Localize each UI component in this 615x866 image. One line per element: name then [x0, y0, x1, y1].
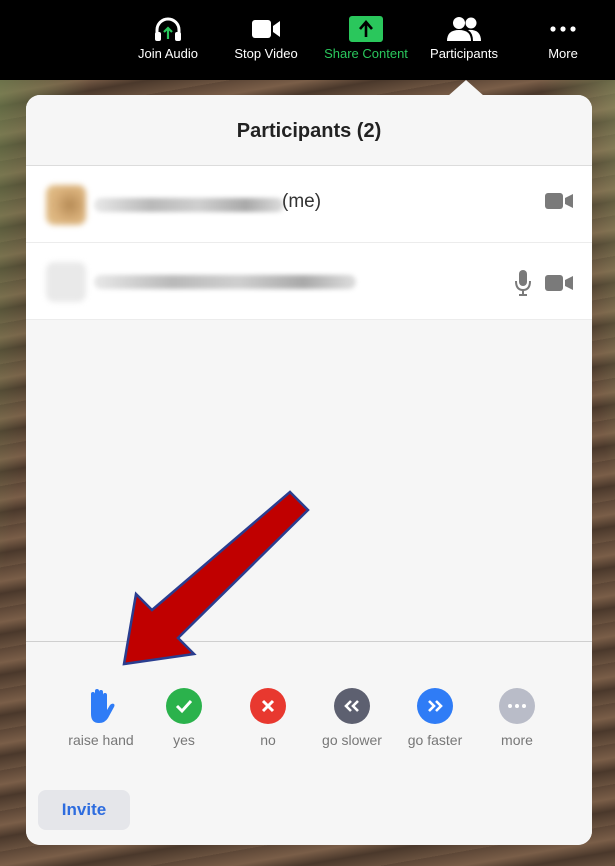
participant-name-redacted [94, 198, 284, 212]
no-button[interactable]: no [248, 688, 288, 748]
avatar [46, 185, 86, 225]
invite-button[interactable]: Invite [38, 790, 130, 830]
participants-panel: Participants (2) (me) raise hand yes no … [26, 95, 592, 845]
participants-button[interactable]: Participants [422, 14, 506, 61]
reactions-bar: raise hand yes no go slower go faster mo… [26, 641, 592, 845]
checkmark-icon [166, 688, 202, 724]
participant-row[interactable]: (me) [26, 166, 592, 243]
share-arrow-icon [316, 14, 416, 44]
ellipsis-icon [499, 688, 535, 724]
reaction-label: raise hand [68, 732, 134, 748]
video-camera-icon [545, 275, 573, 291]
people-icon [422, 14, 506, 44]
reaction-label: no [260, 732, 276, 748]
go-faster-button[interactable]: go faster [398, 688, 472, 748]
more-reactions-button[interactable]: more [492, 688, 542, 748]
video-camera-icon [545, 193, 573, 209]
video-camera-icon [228, 14, 304, 44]
microphone-icon [515, 270, 531, 296]
popover-caret [448, 80, 484, 96]
stop-video-button[interactable]: Stop Video [228, 14, 304, 61]
go-slower-button[interactable]: go slower [314, 688, 390, 748]
participant-row[interactable] [26, 243, 592, 320]
x-icon [250, 688, 286, 724]
reaction-label: go faster [407, 732, 463, 748]
more-button[interactable]: More [538, 14, 588, 61]
yes-button[interactable]: yes [164, 688, 204, 748]
reaction-label: yes [173, 732, 195, 748]
share-content-button[interactable]: Share Content [316, 14, 416, 61]
me-tag: (me) [282, 191, 322, 212]
double-chevron-left-icon [334, 688, 370, 724]
raised-hand-icon [83, 688, 119, 724]
reaction-label: more [501, 732, 533, 748]
join-audio-button[interactable]: Join Audio [132, 14, 204, 61]
raise-hand-button[interactable]: raise hand [58, 688, 144, 748]
reaction-label: go slower [322, 732, 382, 748]
meeting-toolbar: Join Audio Stop Video Share Content Part… [0, 0, 615, 80]
avatar [46, 262, 86, 302]
panel-title: Participants (2) [26, 95, 592, 166]
participant-list: (me) [26, 166, 592, 320]
headphones-icon [132, 14, 204, 44]
double-chevron-right-icon [417, 688, 453, 724]
participant-name-redacted [94, 275, 356, 289]
ellipsis-icon [538, 14, 588, 44]
